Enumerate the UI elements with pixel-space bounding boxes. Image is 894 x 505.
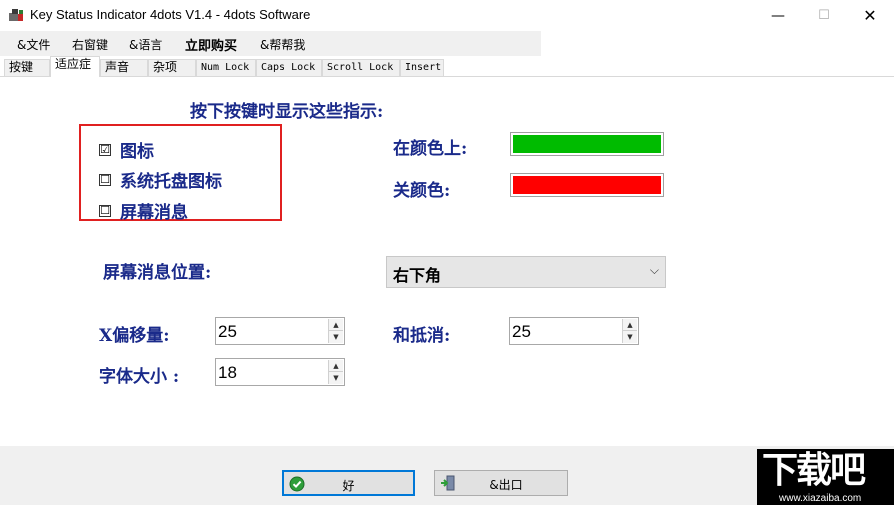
watermark-title: 下载吧 <box>762 450 866 491</box>
off-color-fill <box>513 176 661 194</box>
font-size-stepper[interactable]: 18 ▲ ▼ <box>215 358 345 386</box>
position-label: 屏幕消息位置: <box>103 263 212 283</box>
menu-file[interactable]: &文件 <box>17 36 50 53</box>
spin-up-icon[interactable]: ▲ <box>329 360 343 372</box>
maximize-button[interactable]: ☐ <box>801 0 847 31</box>
x-offset-stepper[interactable]: 25 ▲ ▼ <box>215 317 345 345</box>
menu-bar: &文件 右窗键 &语言 立即购买 &帮帮我 <box>0 31 541 56</box>
x-offset-value[interactable]: 25 <box>218 322 237 342</box>
on-color-fill <box>513 135 661 153</box>
title-bar: Key Status Indicator 4dots V1.4 - 4dots … <box>0 0 894 31</box>
menu-right-window-key[interactable]: 右窗键 <box>72 36 108 53</box>
exit-button[interactable]: &出口 <box>434 470 568 496</box>
font-size-value[interactable]: 18 <box>218 363 237 383</box>
tab-sound[interactable]: 声音 <box>100 59 148 76</box>
checkbox-tray-icon[interactable]: ☐ 系统托盘图标 <box>99 167 222 192</box>
close-button[interactable]: ✕ <box>847 0 893 31</box>
off-color-label: 关颜色: <box>393 181 451 201</box>
checkbox-label: 系统托盘图标 <box>120 172 222 192</box>
spin-buttons: ▲ ▼ <box>328 360 343 384</box>
menu-buy-now[interactable]: 立即购买 <box>185 35 237 54</box>
position-select-value: 右下角 <box>393 266 442 285</box>
checkbox-label: 图标 <box>120 142 154 162</box>
ok-button-label: 好 <box>342 479 355 493</box>
spin-up-icon[interactable]: ▲ <box>623 319 637 331</box>
checkbox-screen-message[interactable]: ☐ 屏幕消息 <box>99 198 188 223</box>
tab-indications[interactable]: 适应症 <box>50 56 100 77</box>
position-select[interactable]: 右下角 ⌵ <box>386 256 666 288</box>
window-title: Key Status Indicator 4dots V1.4 - 4dots … <box>30 7 311 22</box>
off-color-swatch[interactable] <box>510 173 664 197</box>
section-heading: 按下按键时显示这些指示: <box>190 102 384 122</box>
y-offset-label: 和抵消: <box>393 326 451 346</box>
on-color-swatch[interactable] <box>510 132 664 156</box>
tab-misc[interactable]: 杂项 <box>148 59 196 76</box>
checkbox-label: 屏幕消息 <box>120 203 188 223</box>
y-offset-value[interactable]: 25 <box>512 322 531 342</box>
checkbox-icon[interactable]: ☑ 图标 <box>99 137 154 162</box>
chevron-down-icon: ⌵ <box>649 263 659 277</box>
checkbox-mark[interactable]: ☑ <box>99 143 111 156</box>
tab-num-lock[interactable]: Num Lock <box>196 59 256 76</box>
app-icon <box>9 9 23 21</box>
tab-keys[interactable]: 按键 <box>4 59 50 76</box>
spin-down-icon[interactable]: ▼ <box>329 331 343 343</box>
watermark-logo: 下载吧 www.xiazaiba.com <box>757 449 894 505</box>
minimize-button[interactable]: — <box>755 0 801 31</box>
on-color-label: 在颜色上: <box>393 139 468 159</box>
exit-button-label: &出口 <box>489 478 523 492</box>
menu-language[interactable]: &语言 <box>129 36 162 53</box>
font-size-label: 字体大小 : <box>99 367 180 387</box>
menu-help[interactable]: &帮帮我 <box>260 36 305 53</box>
tab-caps-lock[interactable]: Caps Lock <box>256 59 322 76</box>
tab-insert[interactable]: Insert <box>400 59 444 76</box>
tab-scroll-lock[interactable]: Scroll Lock <box>322 59 400 76</box>
watermark-url: www.xiazaiba.com <box>779 493 862 504</box>
ok-button[interactable]: 好 <box>282 470 415 496</box>
checkbox-mark[interactable]: ☐ <box>99 173 111 186</box>
spin-down-icon[interactable]: ▼ <box>623 331 637 343</box>
checkbox-mark[interactable]: ☐ <box>99 204 111 217</box>
x-offset-label: X偏移量: <box>99 326 170 346</box>
spin-up-icon[interactable]: ▲ <box>329 319 343 331</box>
spin-down-icon[interactable]: ▼ <box>329 372 343 384</box>
tab-strip: 按键 适应症 声音 杂项 Num Lock Caps Lock Scroll L… <box>0 56 894 77</box>
y-offset-stepper[interactable]: 25 ▲ ▼ <box>509 317 639 345</box>
spin-buttons: ▲ ▼ <box>328 319 343 343</box>
spin-buttons: ▲ ▼ <box>622 319 637 343</box>
